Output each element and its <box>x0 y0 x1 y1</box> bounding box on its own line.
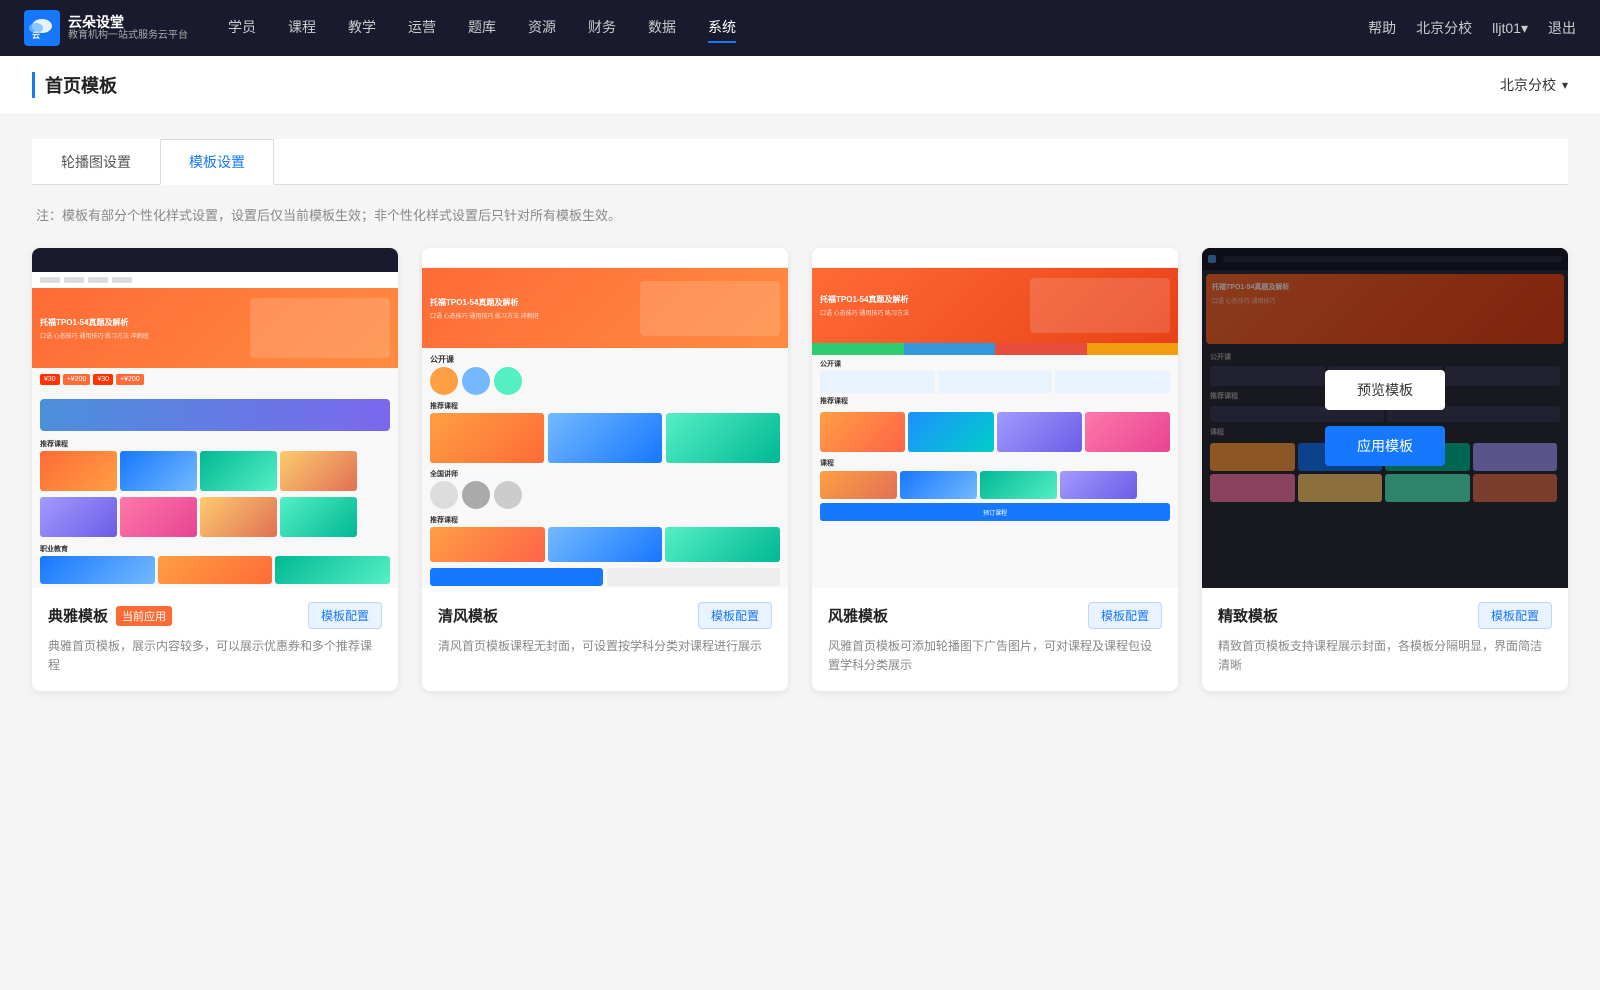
template-card-jingzhi: 托福TPO1-54真题及解析 口语 心态技巧 通用技巧 公开课 推荐课程 课 <box>1202 248 1568 691</box>
template-info-dianaya: 典雅模板 当前应用 模板配置 典雅首页模板，展示内容较多，可以展示优惠券和多个推… <box>32 588 398 691</box>
logo: 云 云朵设堂 教育机构一站式服务云平台 <box>24 10 188 46</box>
main-content: 轮播图设置 模板设置 注：模板有部分个性化样式设置，设置后仅当前模板生效；非个性… <box>0 115 1600 715</box>
template-grid: 托福TPO1-54真题及解析 口语 心态技巧 通用技巧 练习方法 冲刺班 ¥30… <box>32 248 1568 691</box>
navbar-right: 帮助 北京分校 lljt01▾ 退出 <box>1368 18 1576 38</box>
template-desc-jingzhi: 精致首页模板支持课程展示封面，各模板分隔明显，界面简洁清晰 <box>1218 637 1552 675</box>
nav-caiwu[interactable]: 财务 <box>588 13 616 43</box>
logout-button[interactable]: 退出 <box>1548 18 1576 38</box>
template-name-fengya: 风雅模板 <box>828 605 888 626</box>
template-card-qingfeng: 托福TPO1-54真题及解析 口语 心态技巧 通用技巧 练习方法 冲刺班 公开课… <box>422 248 788 691</box>
template-preview-fengya: 托福TPO1-54真题及解析 口语 心态技巧 通用技巧 练习方法 公开课 <box>812 248 1178 588</box>
template-info-jingzhi: 精致模板 模板配置 精致首页模板支持课程展示封面，各模板分隔明显，界面简洁清晰 <box>1202 588 1568 691</box>
config-btn-jingzhi[interactable]: 模板配置 <box>1478 602 1552 629</box>
template-preview-qingfeng: 托福TPO1-54真题及解析 口语 心态技巧 通用技巧 练习方法 冲刺班 公开课… <box>422 248 788 588</box>
help-link[interactable]: 帮助 <box>1368 18 1396 38</box>
tab-carousel[interactable]: 轮播图设置 <box>32 139 160 184</box>
template-desc-dianaya: 典雅首页模板，展示内容较多，可以展示优惠券和多个推荐课程 <box>48 637 382 675</box>
nav-xueyuan[interactable]: 学员 <box>228 13 256 43</box>
template-hover-overlay: 预览模板 应用模板 <box>1202 248 1568 588</box>
config-btn-dianaya[interactable]: 模板配置 <box>308 602 382 629</box>
branch-name[interactable]: 北京分校 <box>1416 18 1472 38</box>
page-title: 首页模板 <box>32 72 117 98</box>
nav-xitong[interactable]: 系统 <box>708 13 736 43</box>
template-desc-fengya: 风雅首页模板可添加轮播图下广告图片，可对课程及课程包设置学科分类展示 <box>828 637 1162 675</box>
template-name-dianaya: 典雅模板 <box>48 605 108 626</box>
notice-text: 注：模板有部分个性化样式设置，设置后仅当前模板生效；非个性化样式设置后只针对所有… <box>32 205 1568 224</box>
nav-kecheng[interactable]: 课程 <box>288 13 316 43</box>
nav-ziyuan[interactable]: 资源 <box>528 13 556 43</box>
template-info-fengya: 风雅模板 模板配置 风雅首页模板可添加轮播图下广告图片，可对课程及课程包设置学科… <box>812 588 1178 691</box>
config-btn-qingfeng[interactable]: 模板配置 <box>698 602 772 629</box>
template-card-dianaya: 托福TPO1-54真题及解析 口语 心态技巧 通用技巧 练习方法 冲刺班 ¥30… <box>32 248 398 691</box>
current-badge-dianaya: 当前应用 <box>116 606 172 626</box>
template-preview-jingzhi: 托福TPO1-54真题及解析 口语 心态技巧 通用技巧 公开课 推荐课程 课 <box>1202 248 1568 588</box>
main-nav: 学员 课程 教学 运营 题库 资源 财务 数据 系统 <box>228 13 1368 43</box>
apply-button[interactable]: 应用模板 <box>1325 426 1445 466</box>
preview-button[interactable]: 预览模板 <box>1325 370 1445 410</box>
nav-tiku[interactable]: 题库 <box>468 13 496 43</box>
branch-selector[interactable]: 北京分校 <box>1500 75 1568 95</box>
logo-text: 云朵设堂 教育机构一站式服务云平台 <box>68 14 188 43</box>
template-desc-qingfeng: 清风首页模板课程无封面，可设置按学科分类对课程进行展示 <box>438 637 772 656</box>
nav-shuju[interactable]: 数据 <box>648 13 676 43</box>
user-menu[interactable]: lljt01▾ <box>1492 20 1528 37</box>
tab-template[interactable]: 模板设置 <box>160 139 274 185</box>
template-name-jingzhi: 精致模板 <box>1218 605 1278 626</box>
config-btn-fengya[interactable]: 模板配置 <box>1088 602 1162 629</box>
template-card-fengya: 托福TPO1-54真题及解析 口语 心态技巧 通用技巧 练习方法 公开课 <box>812 248 1178 691</box>
tabs: 轮播图设置 模板设置 <box>32 139 1568 185</box>
template-info-qingfeng: 清风模板 模板配置 清风首页模板课程无封面，可设置按学科分类对课程进行展示 <box>422 588 788 672</box>
nav-jiaoxue[interactable]: 教学 <box>348 13 376 43</box>
template-preview-dianaya: 托福TPO1-54真题及解析 口语 心态技巧 通用技巧 练习方法 冲刺班 ¥30… <box>32 248 398 588</box>
logo-icon: 云 <box>24 10 60 46</box>
nav-yunying[interactable]: 运营 <box>408 13 436 43</box>
page-header: 首页模板 北京分校 <box>0 56 1600 115</box>
svg-text:云: 云 <box>32 31 40 40</box>
template-name-qingfeng: 清风模板 <box>438 605 498 626</box>
navbar: 云 云朵设堂 教育机构一站式服务云平台 学员 课程 教学 运营 题库 资源 财务… <box>0 0 1600 56</box>
